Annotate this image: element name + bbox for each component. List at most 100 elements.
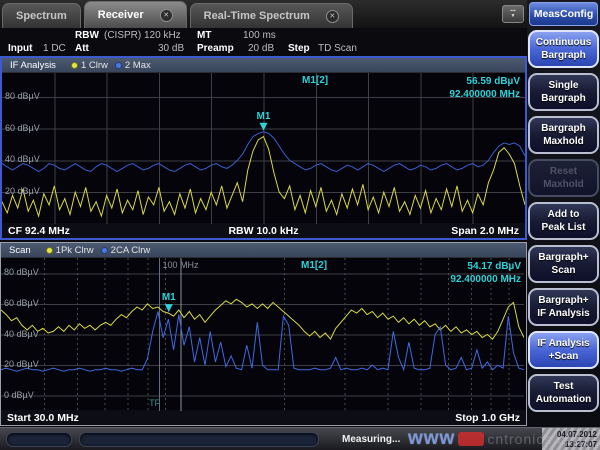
trace2-color-dot [115,62,122,69]
scan-panel-footer: Start 30.0 MHz Stop 1.0 GHz [1,410,526,425]
trace-1pk-clrw [1,299,524,339]
setting-label: Input [8,43,32,54]
if-chart-area: M1 M1[2] 56.59 dBµV 92.400000 MHz 80 dBµ… [2,72,525,223]
tab-spectrum[interactable]: Spectrum [2,3,81,28]
trace2-color-dot [101,247,108,254]
marker-label: M1 [257,111,271,122]
if-marker-freq: 92.400000 MHz [449,89,520,100]
if-panel-footer: CF 92.4 MHz RBW 10.0 kHz Span 2.0 MHz [2,223,525,238]
status-box-1 [6,432,72,447]
tab-label: Real-Time Spectrum [204,10,310,22]
tab-label: Receiver [98,9,144,21]
if-marker-level: 56.59 dBµV [466,76,520,87]
trace1-label: 1Pk Clrw [56,245,94,256]
setting-value: 100 ms [243,30,276,41]
tab-label: Spectrum [16,10,67,22]
setting-value: (CISPR) 120 kHz [104,30,181,41]
softkey-label: IF Analysis [537,337,589,350]
setting-value: 1 DC [43,43,66,54]
softkey-bargraph-if-analysis[interactable]: Bargraph+IF Analysis [528,288,599,326]
scan-chart-area: M1 M1[2] 54.17 dBµV 92.400000 MHz 80 dBµ… [1,257,526,410]
setting-label: MT [197,30,211,41]
setting-label: Preamp [197,43,234,54]
softkey-label: Maxhold [543,135,584,148]
scan-legend-trace1: 1Pk Clrw [46,245,94,256]
scan-panel: Scan 1Pk Clrw 2CA Clrw M1 M1[2] 54.17 dB… [0,242,527,426]
measuring-status: Measuring... [342,434,400,445]
datetime-corner: 04.07.2012 13:27:07 [542,428,600,450]
softkey-single-bargraph[interactable]: SingleBargraph [528,73,599,111]
if-panel-header: IF Analysis 1 Clrw 2 Max [2,58,525,72]
time-value: 13:27:07 [565,440,597,449]
softkey-label: Bargraph [541,122,585,135]
softkey-label: Maxhold [543,178,584,191]
if-cf-value: CF 92.4 MHz [8,225,178,237]
settings-readout: RBW(CISPR) 120 kHzMT100 ms Input1 DCAtt3… [0,28,527,56]
status-bar: Measuring... 04.07.2012 13:27:07 [0,427,600,450]
softkey-label: Bargraph+ [538,251,588,264]
scan-panel-header: Scan 1Pk Clrw 2CA Clrw [1,243,526,257]
softkey-sidebar: MeasConfig ContinuousBargraphSingleBargr… [527,0,600,450]
softkey-label: Continuous [536,36,592,49]
if-marker-name: M1[2] [302,75,328,86]
softkey-bargraph-maxhold[interactable]: BargraphMaxhold [528,116,599,154]
scan-marker-name: M1[2] [301,260,327,271]
setting-value: TD Scan [318,43,357,54]
status-box-2 [79,432,319,447]
if-panel-title: IF Analysis [10,60,56,71]
softkey-label: Bargraph+ [538,294,588,307]
tab-close-icon[interactable]: ✕ [326,10,339,23]
settings-row-2: Input 1 DC Att 30 dB Preamp 20 dB Step TD Scan [0,43,527,56]
scan-stop-value: Stop 1.0 GHz [264,412,521,424]
marker-triangle-icon [165,304,173,312]
softkey-label: IF Analysis [537,307,589,320]
softkey-label: Test [554,380,574,393]
if-rbw-value: RBW 10.0 kHz [178,225,348,237]
trace2-label: 2CA Clrw [111,245,151,256]
chart-svg: M1 [1,258,524,411]
softkey-label: Single [548,79,578,92]
tab-list-icon[interactable]: ▪▪▪ ▼ [502,5,524,23]
chart-svg: M1 [2,73,525,224]
softkey-add-to-peak-list[interactable]: Add toPeak List [528,202,599,240]
softkey-test-automation[interactable]: TestAutomation [528,374,599,412]
setting-value: 30 dB [158,43,184,54]
softkey-label: +Scan [549,350,579,363]
softkey-label: Bargraph [541,49,585,62]
trace-2ca-clrw [1,312,524,372]
chevron-down-icon: ▼ [511,14,516,19]
softkey-label: Automation [536,393,592,406]
sidebar-title: MeasConfig [529,2,598,26]
marker-label: M1 [162,292,176,303]
softkey-continuous-bargraph[interactable]: ContinuousBargraph [528,30,599,68]
datetime: 04.07.2012 13:27:07 [557,430,597,450]
if-marker-readout: 56.59 dBµV 92.400000 MHz [449,75,520,101]
setting-label: Att [75,43,89,54]
softkey-bargraph-scan[interactable]: Bargraph+Scan [528,245,599,283]
tab-receiver[interactable]: Receiver ✕ [84,1,187,28]
softkey-label: Reset [550,165,577,178]
trace1-color-dot [46,247,53,254]
scan-marker-readout: 54.17 dBµV 92.400000 MHz [450,260,521,286]
softkey-label: Peak List [542,221,586,234]
trace2-label: 2 Max [125,60,151,71]
setting-label: Step [288,43,310,54]
tab-close-icon[interactable]: ✕ [160,9,173,22]
tab-real-time-spectrum[interactable]: Real-Time Spectrum ✕ [190,3,353,28]
date-value: 04.07.2012 [557,430,597,439]
softkey-label: Scan [552,264,576,277]
setting-value: 20 dB [248,43,274,54]
softkey-label: Bargraph [541,92,585,105]
if-legend-trace1: 1 Clrw [71,60,108,71]
if-analysis-panel: IF Analysis 1 Clrw 2 Max M1 M1[2] 56.59 … [0,56,527,240]
softkey-reset-maxhold[interactable]: ResetMaxhold [528,159,599,197]
scan-start-value: Start 30.0 MHz [7,412,264,424]
scan-panel-title: Scan [9,245,31,256]
trace1-label: 1 Clrw [81,60,108,71]
scan-legend-trace2: 2CA Clrw [101,245,151,256]
softkey-if-analysis-scan[interactable]: IF Analysis+Scan [528,331,599,369]
instrument-screen: Spectrum Receiver ✕ Real-Time Spectrum ✕ ▪▪▪… [0,0,600,450]
tab-bar: Spectrum Receiver ✕ Real-Time Spectrum ✕ [0,0,527,28]
trace1-color-dot [71,62,78,69]
settings-row-1: RBW(CISPR) 120 kHzMT100 ms [0,30,527,43]
